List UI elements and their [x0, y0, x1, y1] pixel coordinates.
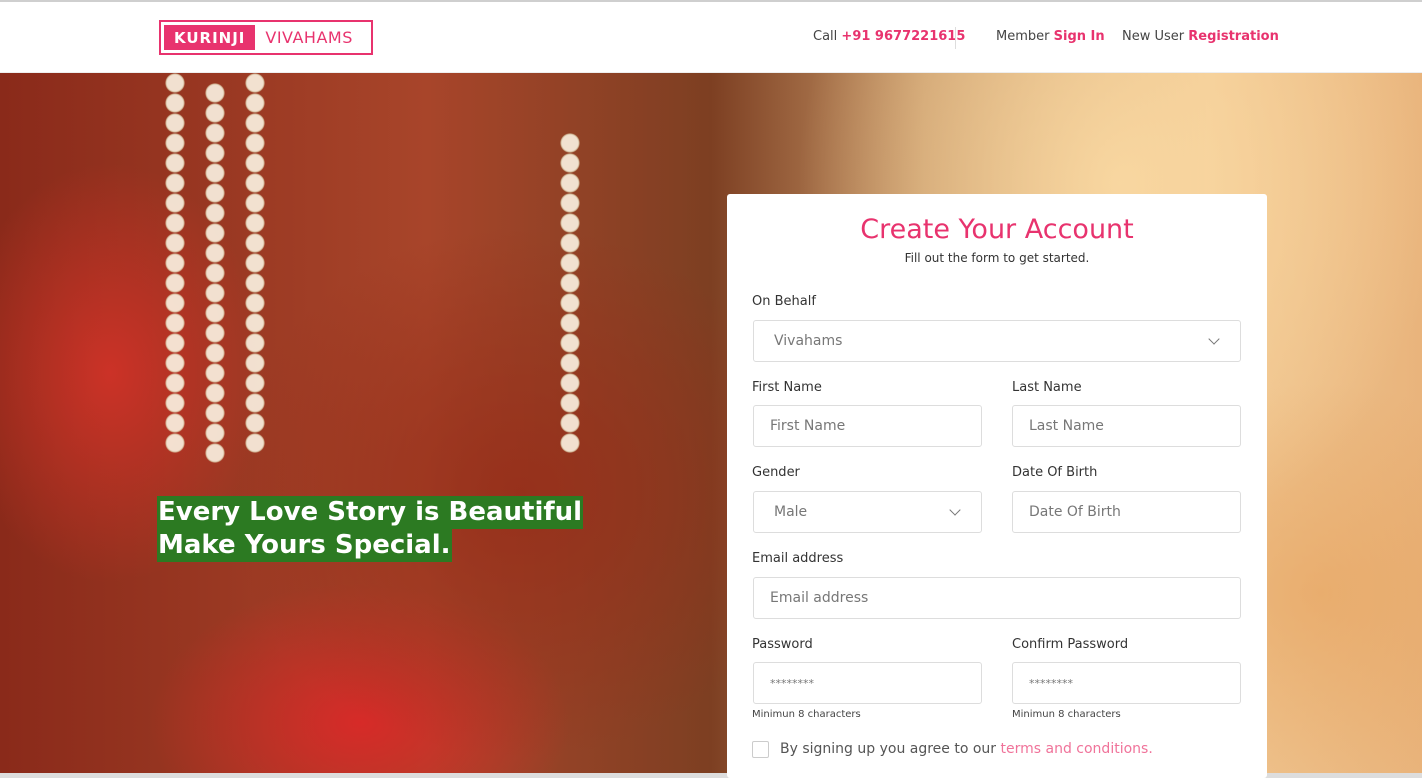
gender-label: Gender — [752, 465, 800, 480]
terms-link[interactable]: terms and conditions. — [1001, 741, 1153, 757]
pearl-strand — [555, 133, 585, 453]
member-label: Member — [996, 29, 1050, 44]
call-label: Call — [813, 29, 838, 44]
on-behalf-label: On Behalf — [752, 294, 816, 309]
pearl-strand — [200, 83, 230, 463]
email-label: Email address — [752, 551, 844, 566]
new-user-label: New User — [1122, 29, 1185, 44]
pearl-strand — [240, 73, 270, 453]
form-title: Create Your Account — [860, 214, 1134, 245]
password-hint: Minimun 8 characters — [752, 709, 861, 720]
logo-text-kurinji: KURINJI — [164, 25, 256, 50]
header-divider — [955, 27, 956, 49]
tagline-line-2: Make Yours Special. — [157, 529, 452, 562]
pearl-strand — [160, 73, 190, 453]
first-name-input[interactable]: First Name — [753, 405, 982, 447]
tagline-line-1: Every Love Story is Beautiful — [157, 496, 584, 529]
confirm-password-hint: Minimun 8 characters — [1012, 709, 1121, 720]
confirm-password-label: Confirm Password — [1012, 637, 1129, 652]
last-name-input[interactable]: Last Name — [1012, 405, 1241, 447]
email-input[interactable]: Email address — [753, 577, 1241, 619]
phone-link[interactable]: +91 9677221615 — [841, 29, 965, 44]
hero-tagline: Every Love Story is Beautiful Make Yours… — [157, 496, 584, 562]
site-logo[interactable]: KURINJI VIVAHAMS — [159, 20, 373, 55]
dob-input[interactable]: Date Of Birth — [1012, 491, 1241, 533]
registration-form: Create Your Account Fill out the form to… — [727, 194, 1267, 778]
terms-checkbox[interactable] — [752, 741, 769, 758]
dob-label: Date Of Birth — [1012, 465, 1098, 480]
site-header: KURINJI VIVAHAMS Call +91 9677221615 Mem… — [0, 2, 1422, 73]
member-signin: Member Sign In — [996, 29, 1105, 44]
gender-select[interactable]: Male — [753, 491, 982, 533]
logo-text-vivahams: VIVAHAMS — [265, 28, 353, 47]
new-user-registration: New User Registration — [1122, 29, 1279, 44]
chevron-down-icon — [949, 504, 961, 516]
agree-text: By signing up you agree to our — [780, 741, 997, 757]
first-name-label: First Name — [752, 380, 822, 395]
last-name-label: Last Name — [1012, 380, 1082, 395]
password-label: Password — [752, 637, 813, 652]
sign-in-link[interactable]: Sign In — [1054, 29, 1105, 44]
chevron-down-icon — [1208, 333, 1220, 345]
on-behalf-select[interactable]: Vivahams — [753, 320, 1241, 362]
form-subtitle: Fill out the form to get started. — [904, 251, 1090, 265]
confirm-password-input[interactable]: ******** — [1012, 662, 1241, 704]
on-behalf-value: Vivahams — [774, 333, 843, 349]
call-info: Call +91 9677221615 — [813, 29, 965, 44]
registration-link[interactable]: Registration — [1188, 29, 1279, 44]
password-input[interactable]: ******** — [753, 662, 982, 704]
gender-value: Male — [774, 504, 808, 520]
terms-agreement: By signing up you agree to our terms and… — [780, 741, 1153, 757]
